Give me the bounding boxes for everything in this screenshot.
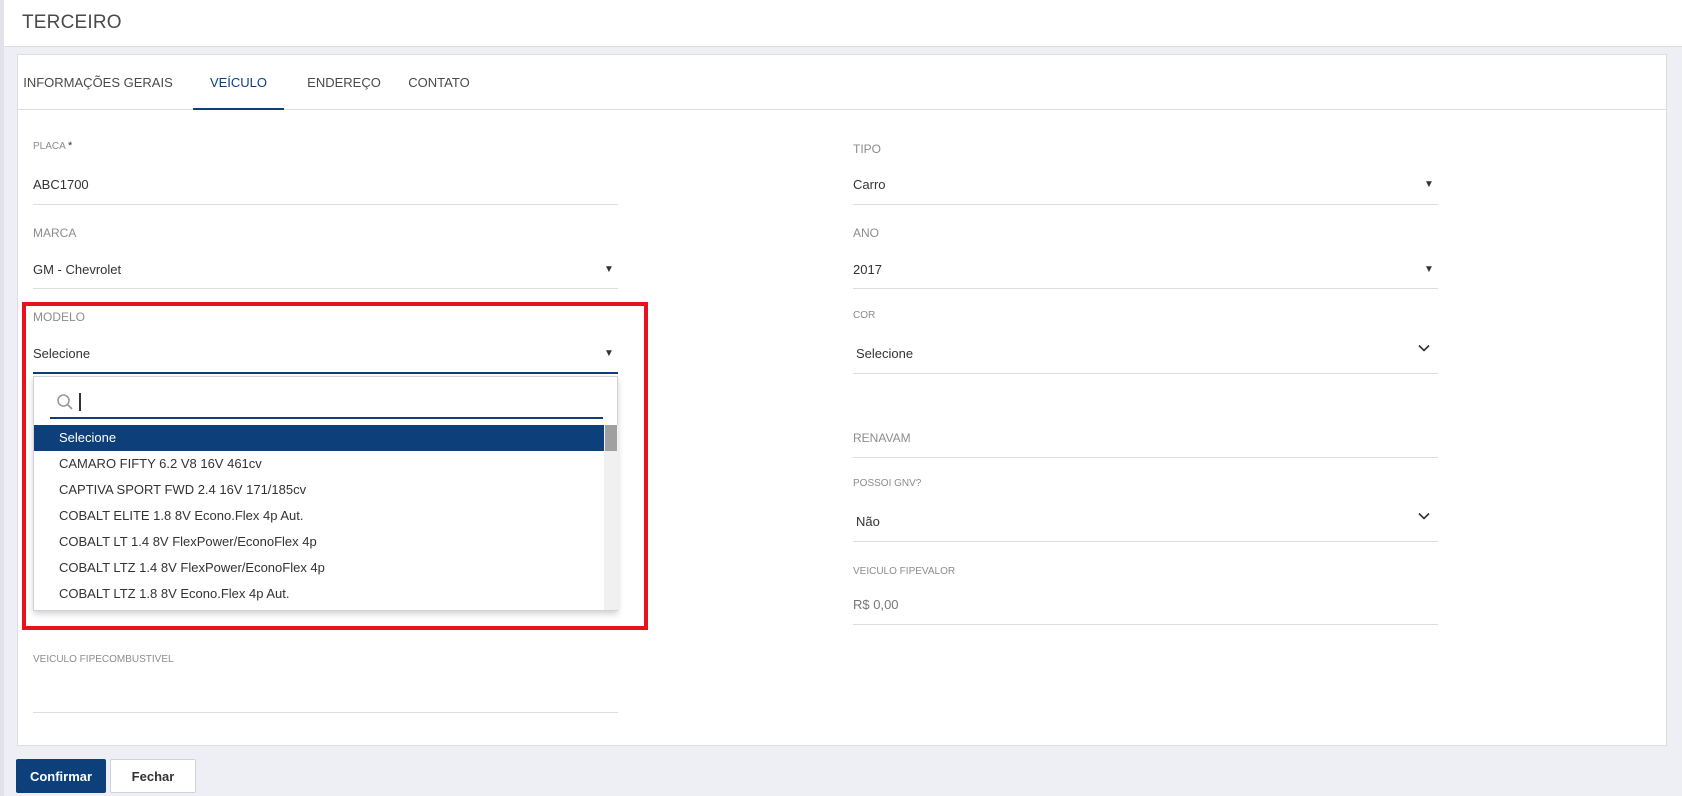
modelo-options-list: Selecione CAMARO FIFTY 6.2 V8 16V 461cv …: [34, 425, 604, 610]
placa-label: PLACA *: [33, 140, 73, 152]
tipo-label: TIPO: [853, 142, 882, 156]
scrollbar-thumb[interactable]: [605, 425, 617, 451]
marca-underline: [33, 288, 618, 289]
tab-informacoes-gerais[interactable]: INFORMAÇÕES GERAIS: [22, 55, 174, 110]
ano-select[interactable]: 2017: [853, 262, 882, 277]
renavam-underline: [853, 457, 1438, 458]
cor-underline: [853, 373, 1438, 374]
modelo-option[interactable]: COBALT LTZ 1.4 8V FlexPower/EconoFlex 4p: [34, 555, 604, 581]
modelo-option[interactable]: CAMARO FIFTY 6.2 V8 16V 461cv: [34, 451, 604, 477]
fipe-combustivel-underline: [33, 712, 618, 713]
ano-underline: [853, 288, 1438, 289]
confirm-button[interactable]: Confirmar: [16, 759, 106, 793]
fipe-combustivel-label: VEICULO FIPECOMBUSTIVEL: [33, 654, 174, 665]
tipo-underline: [853, 204, 1438, 205]
renavam-label: RENAVAM: [853, 431, 911, 445]
fipe-valor-label: VEICULO FIPEVALOR: [853, 566, 956, 577]
chevron-down-icon: [1418, 344, 1430, 352]
search-icon: [57, 394, 73, 410]
marca-select[interactable]: GM - Chevrolet: [33, 262, 121, 277]
possui-gnv-underline: [853, 541, 1438, 542]
modelo-search-input[interactable]: [50, 385, 603, 419]
left-edge-bar: [0, 0, 4, 796]
fipe-valor-value: R$ 0,00: [853, 597, 899, 612]
possui-gnv-label: POSSOI GNV?: [853, 478, 922, 489]
dropdown-scrollbar[interactable]: [604, 425, 618, 610]
ano-label: ANO: [853, 226, 880, 240]
tab-contato[interactable]: CONTATO: [404, 55, 474, 110]
caret-down-icon: ▼: [1424, 179, 1434, 190]
modelo-option[interactable]: COBALT LTZ 1.8 8V Econo.Flex 4p Aut.: [34, 581, 604, 607]
marca-label: MARCA: [33, 226, 77, 240]
modelo-option[interactable]: COBALT ELITE 1.8 8V Econo.Flex 4p Aut.: [34, 503, 604, 529]
tab-veiculo[interactable]: VEÍCULO: [193, 55, 284, 110]
fipe-valor-underline: [853, 624, 1438, 625]
caret-down-icon: ▼: [604, 264, 614, 275]
required-mark: *: [68, 140, 73, 152]
modelo-option[interactable]: CAPTIVA SPORT FWD 2.4 16V 171/185cv: [34, 477, 604, 503]
cor-label: COR: [853, 310, 876, 321]
chevron-down-icon: [1418, 512, 1430, 520]
page-title: TERCEIRO: [22, 12, 122, 33]
placa-input[interactable]: ABC1700: [33, 177, 89, 192]
page-header: TERCEIRO: [4, 0, 1682, 47]
cor-select[interactable]: Selecione: [856, 346, 913, 361]
modelo-option[interactable]: COBALT LT 1.4 8V FlexPower/EconoFlex 4p: [34, 529, 604, 555]
text-cursor: [79, 393, 81, 411]
placa-underline: [33, 204, 618, 205]
possui-gnv-select[interactable]: Não: [856, 514, 880, 529]
tab-bar: INFORMAÇÕES GERAIS VEÍCULO ENDEREÇO CONT…: [18, 55, 1666, 110]
modelo-option[interactable]: Selecione: [34, 425, 604, 451]
modelo-dropdown-panel: Selecione CAMARO FIFTY 6.2 V8 16V 461cv …: [33, 376, 618, 611]
tipo-select[interactable]: Carro: [853, 177, 886, 192]
caret-down-icon: ▼: [1424, 264, 1434, 275]
close-button[interactable]: Fechar: [110, 759, 196, 793]
tab-endereco[interactable]: ENDEREÇO: [304, 55, 384, 110]
